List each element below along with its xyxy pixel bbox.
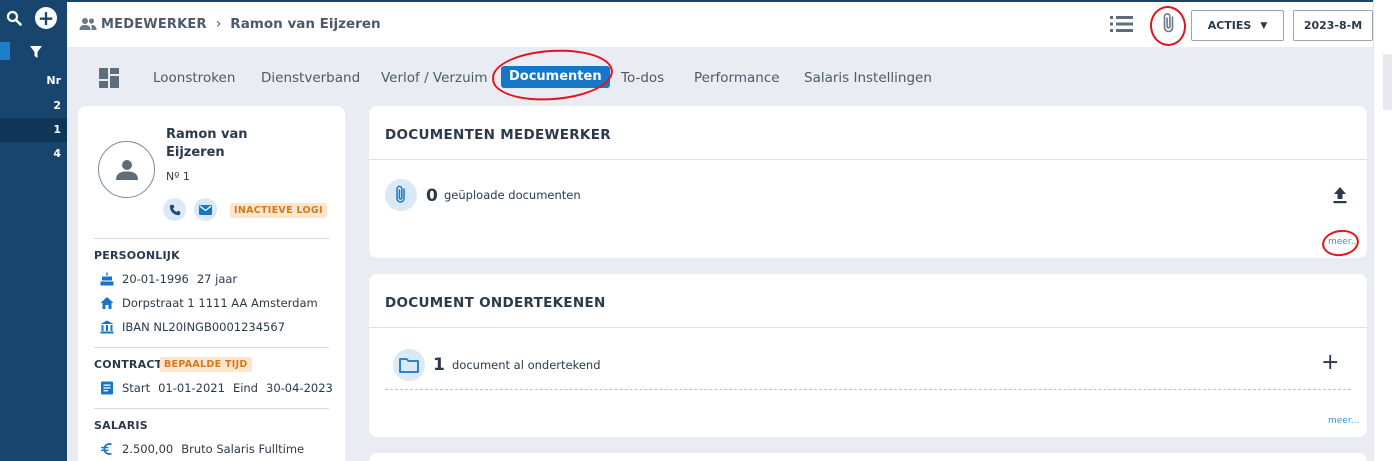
acties-dropdown-button[interactable]: ACTIES ▼ bbox=[1191, 10, 1284, 41]
employee-name: Ramon van Eijzeren bbox=[166, 126, 276, 162]
folder-icon bbox=[399, 358, 419, 373]
employee-name-line1: Ramon van bbox=[166, 127, 248, 142]
dashboard-grid-icon[interactable] bbox=[99, 68, 119, 88]
documents-card-title: DOCUMENTEN MEDEWERKER bbox=[385, 127, 611, 143]
breadcrumb-section[interactable]: MEDEWERKER bbox=[101, 17, 207, 32]
people-icon bbox=[79, 18, 97, 30]
sidebar-row-active[interactable]: 1 bbox=[0, 118, 67, 142]
breadcrumb-employee-name: Ramon van Eijzeren bbox=[230, 16, 381, 32]
annotation-circle bbox=[490, 46, 615, 104]
top-bar: MEDEWERKER › Ramon van Eijzeren ACTIES ▼… bbox=[67, 0, 1373, 48]
acties-label: ACTIES bbox=[1207, 19, 1252, 32]
salary-amount: 2.500,00 bbox=[122, 442, 174, 456]
scrollbar-thumb[interactable] bbox=[1383, 54, 1392, 110]
mail-icon bbox=[199, 204, 212, 215]
breadcrumb: MEDEWERKER › Ramon van Eijzeren bbox=[79, 16, 381, 32]
salary-line: 2.500,00 Bruto Salaris Fulltime bbox=[100, 442, 304, 456]
sign-card-title: DOCUMENT ONDERTEKENEN bbox=[385, 295, 606, 311]
sidebar-nr-header: Nr bbox=[46, 74, 61, 87]
upload-icon[interactable] bbox=[1331, 186, 1349, 204]
list-view-icon[interactable] bbox=[1110, 15, 1133, 33]
period-button[interactable]: 2023-8-M bbox=[1293, 10, 1373, 41]
sidebar-row[interactable]: 4 bbox=[0, 142, 67, 166]
dashed-divider bbox=[385, 389, 1351, 390]
email-button[interactable] bbox=[194, 198, 217, 221]
end-label: Eind bbox=[232, 381, 258, 395]
tab-dienstverband[interactable]: Dienstverband bbox=[261, 70, 360, 86]
home-icon bbox=[100, 297, 114, 309]
divider bbox=[369, 159, 1367, 160]
sidebar-top: + bbox=[0, 0, 67, 36]
documents-count-label: geüploade documenten bbox=[444, 188, 581, 202]
documents-count: 0 bbox=[426, 186, 438, 206]
documents-card: DOCUMENTEN MEDEWERKER 0 geüploade docume… bbox=[369, 106, 1367, 259]
tab-loonstroken[interactable]: Loonstroken bbox=[153, 70, 235, 86]
phone-button[interactable] bbox=[163, 198, 186, 221]
contract-dates-line: Start 01-01-2021 Eind 30-04-2023 bbox=[100, 381, 333, 395]
annotation-circle bbox=[1320, 227, 1361, 259]
filter-icon[interactable] bbox=[29, 45, 43, 59]
contract-title: CONTRACT bbox=[94, 358, 163, 371]
end-date: 30-04-2023 bbox=[266, 381, 333, 395]
start-date: 01-01-2021 bbox=[158, 381, 225, 395]
divider bbox=[94, 238, 329, 239]
chevron-down-icon: ▼ bbox=[1260, 20, 1268, 31]
signed-count: 1 bbox=[433, 355, 445, 375]
avatar bbox=[98, 141, 155, 198]
signed-count-label: document al ondertekend bbox=[452, 358, 601, 372]
signed-count-badge bbox=[393, 349, 425, 381]
bank-icon bbox=[100, 320, 114, 334]
right-scroll-strip bbox=[1373, 0, 1400, 461]
next-card bbox=[369, 453, 1367, 461]
left-sidebar: + Nr 2 1 4 bbox=[0, 0, 67, 461]
birthday-cake-icon bbox=[100, 272, 114, 286]
birthdate-value: 20-01-1996 bbox=[122, 272, 189, 286]
divider bbox=[369, 327, 1367, 328]
phone-icon bbox=[169, 204, 180, 215]
euro-icon bbox=[101, 443, 112, 455]
period-label: 2023-8-M bbox=[1303, 19, 1363, 32]
tab-performance[interactable]: Performance bbox=[694, 70, 780, 86]
age-value: 27 jaar bbox=[196, 272, 238, 286]
paperclip-icon bbox=[396, 185, 405, 203]
add-icon[interactable]: + bbox=[1321, 352, 1339, 374]
sidebar-row[interactable]: 2 bbox=[0, 94, 67, 118]
document-icon bbox=[101, 381, 113, 395]
employee-name-line2: Eijzeren bbox=[166, 145, 225, 160]
sign-document-card: DOCUMENT ONDERTEKENEN 1 document al onde… bbox=[369, 274, 1367, 437]
contract-badge: BEPAALDE TIJD bbox=[160, 357, 252, 372]
tab-salaris-instellingen[interactable]: Salaris Instellingen bbox=[804, 70, 932, 86]
status-badge: INACTIEVE LOGI bbox=[230, 203, 327, 218]
iban-line: IBAN NL20INGB0001234567 bbox=[100, 320, 285, 334]
plus-icon[interactable]: + bbox=[35, 7, 57, 29]
address-value: Dorpstraat 1 1111 AA Amsterdam bbox=[122, 296, 318, 310]
address-line: Dorpstraat 1 1111 AA Amsterdam bbox=[100, 296, 318, 310]
sidebar-accent bbox=[0, 42, 10, 60]
tab-verlof-verzuim[interactable]: Verlof / Verzuim bbox=[381, 70, 488, 86]
annotation-circle bbox=[1148, 4, 1188, 48]
documents-count-badge bbox=[385, 179, 417, 211]
search-icon[interactable] bbox=[6, 10, 22, 26]
iban-value: IBAN NL20INGB0001234567 bbox=[122, 320, 286, 334]
salaris-title: SALARIS bbox=[94, 419, 148, 432]
chevron-right-icon: › bbox=[215, 16, 222, 32]
persoonlijk-title: PERSOONLIJK bbox=[94, 249, 180, 262]
birthdate-line: 20-01-1996 27 jaar bbox=[100, 272, 237, 286]
tab-todos[interactable]: To-dos bbox=[621, 70, 664, 86]
start-label: Start bbox=[122, 381, 151, 395]
sign-more-link[interactable]: meer... bbox=[1328, 416, 1359, 426]
user-avatar-icon bbox=[115, 159, 138, 180]
employee-profile-card: Ramon van Eijzeren Nº 1 INACTIEVE LOGI P… bbox=[78, 106, 345, 461]
divider bbox=[94, 408, 329, 409]
employee-number: Nº 1 bbox=[166, 170, 190, 183]
sidebar-filter-row bbox=[0, 36, 67, 68]
salary-description: Bruto Salaris Fulltime bbox=[181, 442, 305, 456]
divider bbox=[94, 347, 329, 348]
